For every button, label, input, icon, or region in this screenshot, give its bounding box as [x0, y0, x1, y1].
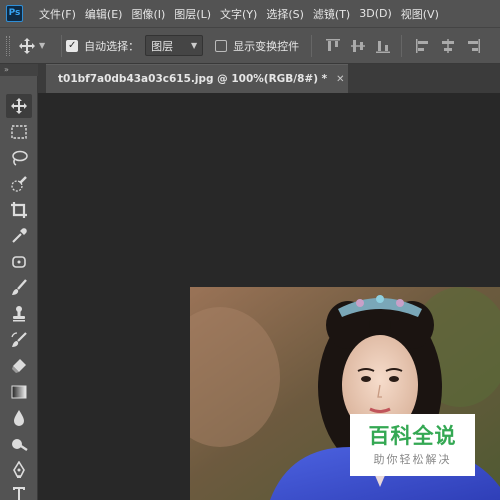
crop-tool[interactable]	[6, 198, 32, 222]
dodge-tool-icon	[12, 439, 28, 451]
menu-layer[interactable]: 图层(L)	[174, 6, 211, 22]
eyedropper-tool-icon	[12, 228, 27, 243]
watermark-title: 百科全说	[368, 424, 457, 448]
menu-bar: Ps 文件(F) 编辑(E) 图像(I) 图层(L) 文字(Y) 选择(S) 滤…	[0, 0, 500, 27]
document-tab-label: t01bf7a0db43a03c615.jpg @ 100%(RGB/8#) *	[58, 73, 328, 85]
pen-tool-icon	[13, 461, 25, 478]
menu-select[interactable]: 选择(S)	[266, 6, 304, 22]
gradient-tool-icon	[11, 385, 27, 399]
align-vertical-center-icon[interactable]	[350, 38, 366, 54]
brush-tool[interactable]	[6, 276, 32, 300]
menu-type[interactable]: 文字(Y)	[220, 6, 257, 22]
options-bar: ▼ ✓ 自动选择： 图层 ▼ 显示变换控件	[0, 27, 500, 64]
dodge-tool[interactable]	[6, 432, 32, 456]
check-icon: ✓	[67, 39, 77, 51]
tool-preset-chevron-down-icon[interactable]: ▼	[39, 41, 45, 50]
crop-tool-icon	[11, 202, 27, 218]
divider	[311, 34, 313, 57]
pen-tool[interactable]	[6, 458, 32, 482]
healing-brush-tool[interactable]	[6, 250, 32, 274]
auto-select-target-value: 图层	[151, 39, 174, 53]
blur-tool-icon	[14, 410, 24, 426]
eraser-tool[interactable]	[6, 354, 32, 378]
lasso-tool[interactable]	[6, 146, 32, 170]
gradient-tool[interactable]	[6, 380, 32, 404]
menu-file[interactable]: 文件(F)	[39, 6, 76, 22]
marquee-tool[interactable]	[6, 120, 32, 144]
toolbar-collapse-icon[interactable]: »	[0, 64, 38, 76]
type-tool[interactable]	[6, 482, 32, 500]
brush-tool-icon	[12, 279, 27, 295]
auto-select-label: 自动选择：	[84, 39, 140, 53]
clone-stamp-tool[interactable]	[6, 302, 32, 326]
show-transform-checkbox[interactable]	[215, 39, 228, 52]
eraser-tool-icon	[12, 359, 26, 373]
healing-brush-tool-icon	[12, 256, 26, 268]
align-horizontal-center-icon[interactable]	[440, 38, 456, 54]
move-tool[interactable]	[6, 94, 32, 118]
quick-select-tool-icon	[11, 176, 27, 192]
auto-select-checkbox[interactable]: ✓	[66, 39, 79, 52]
lasso-tool-icon	[12, 150, 28, 166]
menu-view[interactable]: 视图(V)	[401, 6, 439, 22]
history-brush-tool[interactable]	[6, 328, 32, 352]
photoshop-logo-icon: Ps	[6, 5, 23, 22]
show-transform-label: 显示变换控件	[233, 39, 300, 53]
history-brush-tool-icon	[11, 332, 27, 347]
menu-image[interactable]: 图像(I)	[131, 6, 165, 22]
tools-panel	[0, 76, 38, 500]
document-tab[interactable]: t01bf7a0db43a03c615.jpg @ 100%(RGB/8#) *…	[46, 64, 348, 93]
menu-edit[interactable]: 编辑(E)	[85, 6, 123, 22]
move-tool-icon[interactable]	[18, 37, 36, 55]
watermark-subtitle: 助你轻松解决	[373, 453, 452, 466]
watermark-badge: 百科全说 助你轻松解决	[350, 414, 475, 476]
quick-select-tool[interactable]	[6, 172, 32, 196]
menu-3d[interactable]: 3D(D)	[359, 7, 392, 20]
blur-tool[interactable]	[6, 406, 32, 430]
divider	[61, 34, 63, 57]
align-left-icon[interactable]	[415, 38, 431, 54]
options-bar-grip[interactable]	[6, 35, 10, 56]
align-bottom-icon[interactable]	[375, 38, 391, 54]
clone-stamp-tool-icon	[13, 306, 25, 322]
marquee-tool-icon	[11, 125, 27, 139]
move-tool-icon	[11, 98, 27, 114]
close-icon[interactable]: ✕	[336, 74, 344, 85]
divider	[401, 34, 403, 57]
eyedropper-tool[interactable]	[6, 224, 32, 248]
align-right-icon[interactable]	[465, 38, 481, 54]
type-tool-icon	[13, 487, 25, 500]
auto-select-target-dropdown[interactable]: 图层 ▼	[145, 35, 204, 56]
document-tab-bar: t01bf7a0db43a03c615.jpg @ 100%(RGB/8#) *…	[38, 64, 500, 93]
chevron-down-icon: ▼	[191, 41, 198, 50]
menu-filter[interactable]: 滤镜(T)	[313, 6, 350, 22]
align-top-icon[interactable]	[325, 38, 341, 54]
